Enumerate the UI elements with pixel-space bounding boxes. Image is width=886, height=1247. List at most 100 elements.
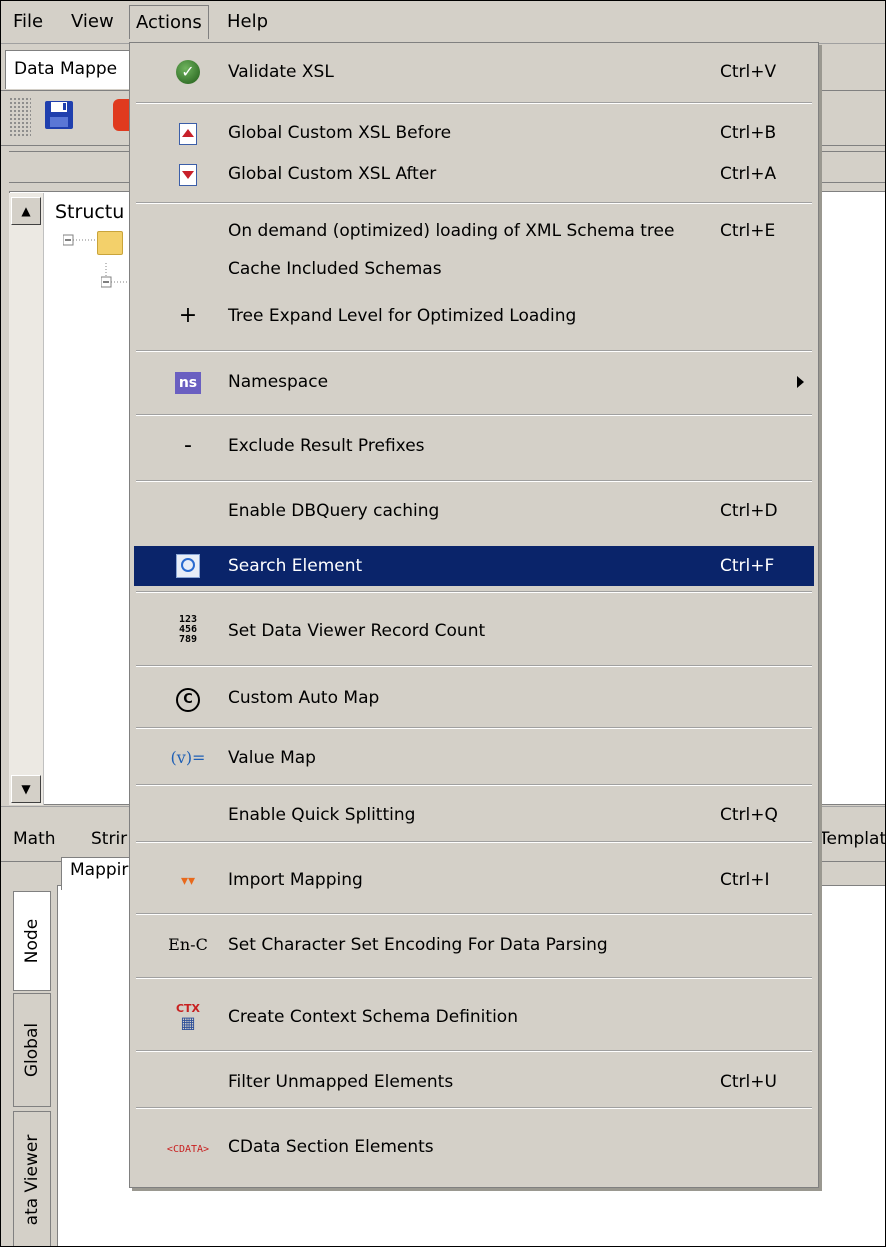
submenu-arrow-icon — [797, 376, 804, 388]
menu-item-label: Search Element — [228, 556, 363, 576]
menu-item-label: Tree Expand Level for Optimized Loading — [228, 306, 577, 326]
vertical-tab-strip: Node Global ata Viewer — [1, 871, 57, 1246]
menu-item-set-record-count[interactable]: 123 456 789 Set Data Viewer Record Count — [134, 611, 814, 651]
custom-auto-map-icon: C — [176, 688, 200, 712]
menu-item-shortcut: Ctrl+B — [720, 123, 777, 143]
menu-item-import-mapping[interactable]: ▾▾ Import Mapping Ctrl+I — [134, 860, 814, 900]
tab-math[interactable]: Math — [13, 829, 56, 849]
namespace-icon: ns — [175, 372, 201, 394]
menu-item-label: CData Section Elements — [228, 1137, 434, 1157]
menu-bar: File View Actions Help — [1, 1, 885, 44]
tree-root-label[interactable]: Structu — [55, 201, 124, 223]
menu-separator — [136, 591, 812, 593]
tree-vertical-scrollbar[interactable]: ▲ ▼ — [9, 193, 44, 805]
menu-separator — [136, 727, 812, 729]
save-icon[interactable] — [43, 99, 75, 131]
validate-check-icon: ✓ — [176, 60, 200, 84]
menu-item-shortcut: Ctrl+D — [720, 501, 778, 521]
tab-node[interactable]: Node — [13, 891, 51, 991]
tab-global[interactable]: Global — [13, 993, 51, 1107]
menu-item-global-custom-xsl-after[interactable]: Global Custom XSL After Ctrl+A — [134, 154, 814, 194]
tab-data-mapper[interactable]: Data Mappe — [5, 50, 143, 89]
menu-item-global-custom-xsl-before[interactable]: Global Custom XSL Before Ctrl+B — [134, 113, 814, 153]
menu-help[interactable]: Help — [221, 7, 274, 37]
menu-item-label: Custom Auto Map — [228, 688, 380, 708]
folder-icon — [97, 231, 123, 255]
menu-item-set-character-encoding[interactable]: En-C Set Character Set Encoding For Data… — [134, 925, 814, 965]
menu-item-label: Set Character Set Encoding For Data Pars… — [228, 935, 608, 955]
menu-item-cache-included-schemas[interactable]: Cache Included Schemas — [134, 249, 814, 289]
tree-collapse-icon-2[interactable] — [101, 263, 131, 293]
menu-item-on-demand-loading[interactable]: On demand (optimized) loading of XML Sch… — [134, 211, 814, 251]
tab-node-label: Node — [22, 918, 42, 964]
menu-item-shortcut: Ctrl+V — [720, 62, 777, 82]
menu-item-label: Enable DBQuery caching — [228, 501, 440, 521]
context-schema-icon: CTX ▦ — [175, 1002, 201, 1032]
menu-item-shortcut: Ctrl+A — [720, 164, 777, 184]
import-mapping-icon: ▾▾ — [180, 873, 196, 889]
menu-separator — [136, 784, 812, 786]
menu-separator — [136, 202, 812, 204]
tab-template[interactable]: Templat — [819, 829, 885, 849]
menu-item-label: Global Custom XSL Before — [228, 123, 452, 143]
menu-item-search-element[interactable]: Search Element Ctrl+F — [134, 546, 814, 586]
search-element-icon — [176, 554, 200, 578]
menu-item-custom-auto-map[interactable]: C Custom Auto Map — [134, 678, 814, 718]
menu-view[interactable]: View — [65, 7, 120, 37]
custom-xsl-after-icon — [179, 164, 197, 186]
menu-file[interactable]: File — [7, 7, 49, 37]
menu-item-shortcut: Ctrl+I — [720, 870, 770, 890]
menu-item-label: Cache Included Schemas — [228, 259, 442, 279]
menu-item-shortcut: Ctrl+E — [720, 221, 776, 241]
custom-xsl-before-icon — [179, 123, 197, 145]
tab-data-viewer-label: ata Viewer — [22, 1134, 42, 1226]
menu-item-label: Enable Quick Splitting — [228, 805, 416, 825]
menu-separator — [136, 1107, 812, 1109]
scroll-down-button[interactable]: ▼ — [11, 775, 41, 803]
application-window: File View Actions Help Data Mappe ▲ ▼ St… — [0, 0, 886, 1247]
menu-item-create-context-schema[interactable]: CTX ▦ Create Context Schema Definition — [134, 997, 814, 1037]
actions-dropdown-menu: ✓ Validate XSL Ctrl+V Global Custom XSL … — [129, 42, 819, 1188]
menu-separator — [136, 913, 812, 915]
tab-string[interactable]: Strir — [91, 829, 127, 849]
menu-item-shortcut: Ctrl+U — [720, 1072, 777, 1092]
menu-separator — [136, 1050, 812, 1052]
menu-separator — [136, 977, 812, 979]
menu-item-enable-quick-splitting[interactable]: Enable Quick Splitting Ctrl+Q — [134, 795, 814, 835]
menu-actions[interactable]: Actions — [129, 5, 209, 39]
minus-icon: - — [184, 433, 192, 458]
scroll-up-button[interactable]: ▲ — [11, 197, 41, 225]
menu-item-namespace[interactable]: ns Namespace — [134, 362, 814, 402]
tab-global-label: Global — [22, 1022, 42, 1078]
menu-item-tree-expand-level[interactable]: + Tree Expand Level for Optimized Loadin… — [134, 296, 814, 336]
menu-item-label: Import Mapping — [228, 870, 363, 890]
record-count-icon: 123 456 789 — [178, 614, 198, 645]
menu-item-validate-xsl[interactable]: ✓ Validate XSL Ctrl+V — [134, 52, 814, 92]
value-map-icon: (v)= — [170, 748, 206, 767]
menu-item-enable-dbquery-caching[interactable]: Enable DBQuery caching Ctrl+D — [134, 491, 814, 531]
plus-icon: + — [178, 303, 198, 328]
tab-data-viewer[interactable]: ata Viewer — [13, 1111, 51, 1246]
menu-item-label: Set Data Viewer Record Count — [228, 621, 486, 641]
menu-separator — [136, 350, 812, 352]
menu-item-label: Validate XSL — [228, 62, 334, 82]
menu-item-label: Filter Unmapped Elements — [228, 1072, 454, 1092]
menu-item-label: Create Context Schema Definition — [228, 1007, 518, 1027]
tree-collapse-icon[interactable] — [63, 227, 99, 253]
encoding-icon: En-C — [168, 935, 208, 954]
menu-item-exclude-result-prefixes[interactable]: - Exclude Result Prefixes — [134, 426, 814, 466]
menu-item-cdata-section[interactable]: <CDATA> CData Section Elements — [134, 1127, 814, 1167]
menu-item-filter-unmapped[interactable]: Filter Unmapped Elements Ctrl+U — [134, 1062, 814, 1102]
toolbar-grip[interactable] — [9, 97, 31, 137]
menu-item-shortcut: Ctrl+Q — [720, 805, 778, 825]
menu-item-value-map[interactable]: (v)= Value Map — [134, 738, 814, 778]
menu-item-label: On demand (optimized) loading of XML Sch… — [228, 221, 675, 241]
menu-separator — [136, 841, 812, 843]
menu-item-label: Value Map — [228, 748, 316, 768]
menu-separator — [136, 665, 812, 667]
cdata-icon: <CDATA> — [166, 1144, 210, 1155]
menu-item-shortcut: Ctrl+F — [720, 556, 775, 576]
menu-item-label: Global Custom XSL After — [228, 164, 437, 184]
menu-item-label: Namespace — [228, 372, 329, 392]
menu-separator — [136, 414, 812, 416]
